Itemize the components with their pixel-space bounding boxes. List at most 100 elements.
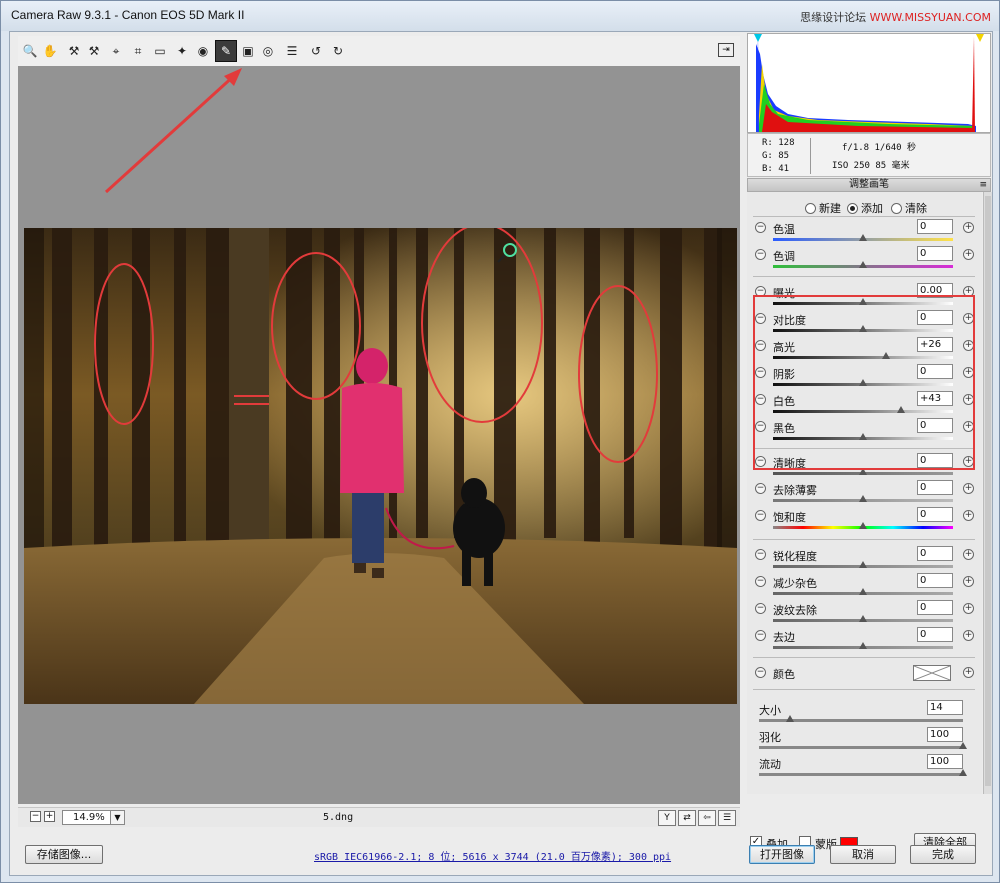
slider-value[interactable]: 0 bbox=[917, 573, 953, 588]
increase-icon[interactable]: + bbox=[963, 549, 974, 560]
decrease-icon[interactable]: − bbox=[755, 340, 766, 351]
brush-track[interactable] bbox=[759, 773, 963, 776]
mode-radio-2[interactable]: 清除 bbox=[891, 200, 927, 216]
radial-filter-icon[interactable]: ◎ bbox=[260, 43, 276, 59]
adjustment-brush-icon[interactable]: ✎ bbox=[215, 40, 237, 62]
hand-icon[interactable]: ✋ bbox=[42, 43, 58, 59]
slider-thumb[interactable] bbox=[859, 468, 867, 475]
done-button[interactable]: 完成 bbox=[910, 845, 976, 864]
brush-thumb[interactable] bbox=[785, 715, 794, 722]
slider-thumb[interactable] bbox=[882, 352, 891, 359]
slider-thumb[interactable] bbox=[859, 433, 867, 440]
brush-value[interactable]: 100 bbox=[927, 727, 963, 742]
decrease-icon[interactable]: − bbox=[755, 222, 766, 233]
slider-thumb[interactable] bbox=[859, 561, 867, 568]
slider-track[interactable] bbox=[773, 356, 953, 359]
swap-icon[interactable]: ⇄ bbox=[678, 810, 696, 826]
crop-icon[interactable]: ⌗ bbox=[130, 43, 146, 59]
scroll-thumb[interactable] bbox=[985, 196, 991, 786]
decrease-icon[interactable]: − bbox=[755, 456, 766, 467]
slider-track[interactable] bbox=[773, 410, 953, 413]
brush-value[interactable]: 14 bbox=[927, 700, 963, 715]
slider-value[interactable]: 0 bbox=[917, 453, 953, 468]
decrease-icon[interactable]: − bbox=[755, 249, 766, 260]
zoom-icon[interactable]: 🔍 bbox=[22, 43, 38, 59]
decrease-icon[interactable]: − bbox=[755, 483, 766, 494]
graduated-filter-icon[interactable]: ▣ bbox=[240, 43, 256, 59]
radio-dot[interactable] bbox=[891, 202, 902, 214]
open-image-button[interactable]: 打开图像 bbox=[749, 845, 815, 864]
increase-icon[interactable]: + bbox=[963, 394, 974, 405]
straighten-icon[interactable]: ▭ bbox=[152, 43, 168, 59]
panel-scrollbar[interactable] bbox=[983, 192, 992, 794]
slider-value[interactable]: 0 bbox=[917, 546, 953, 561]
decrease-icon[interactable]: − bbox=[755, 630, 766, 641]
radio-dot[interactable] bbox=[847, 202, 858, 214]
slider-value[interactable]: 0 bbox=[917, 480, 953, 495]
slider-value[interactable]: 0 bbox=[917, 364, 953, 379]
slider-value[interactable]: 0 bbox=[917, 418, 953, 433]
slider-thumb[interactable] bbox=[896, 406, 905, 413]
decrease-icon[interactable]: − bbox=[755, 367, 766, 378]
slider-value[interactable]: 0 bbox=[917, 600, 953, 615]
increase-icon[interactable]: + bbox=[963, 286, 974, 297]
slider-thumb[interactable] bbox=[859, 495, 867, 502]
decrease-icon[interactable]: − bbox=[755, 286, 766, 297]
slider-thumb[interactable] bbox=[859, 234, 867, 241]
increase-icon[interactable]: + bbox=[963, 483, 974, 494]
workflow-options-link[interactable]: sRGB IEC61966-2.1; 8 位; 5616 x 3744 (21.… bbox=[314, 848, 671, 863]
increase-icon[interactable]: + bbox=[963, 340, 974, 351]
slider-value[interactable]: 0 bbox=[917, 219, 953, 234]
slider-value[interactable]: 0 bbox=[917, 627, 953, 642]
spot-removal-icon[interactable]: ✦ bbox=[174, 43, 190, 59]
slider-thumb[interactable] bbox=[859, 588, 867, 595]
slider-thumb[interactable] bbox=[859, 379, 867, 386]
color-sampler-icon[interactable]: ⚒ bbox=[86, 43, 102, 59]
slider-thumb[interactable] bbox=[859, 325, 867, 332]
radio-dot[interactable] bbox=[805, 202, 816, 214]
toggle-settings-icon[interactable]: ☰ bbox=[718, 810, 736, 826]
mode-radio-1[interactable]: 添加 bbox=[847, 200, 883, 216]
zoom-level[interactable]: 14.9% bbox=[62, 810, 112, 825]
decrease-icon[interactable]: − bbox=[755, 394, 766, 405]
slider-thumb[interactable] bbox=[859, 522, 867, 529]
slider-value[interactable]: +43 bbox=[917, 391, 953, 406]
preferences-icon[interactable]: ☰ bbox=[284, 43, 300, 59]
slider-thumb[interactable] bbox=[859, 642, 867, 649]
increase-icon[interactable]: + bbox=[963, 367, 974, 378]
zoom-out-button[interactable]: − bbox=[30, 811, 41, 822]
color-swatch[interactable] bbox=[913, 665, 951, 681]
copy-settings-icon[interactable]: ⇦ bbox=[698, 810, 716, 826]
increase-icon[interactable]: + bbox=[963, 667, 974, 678]
cancel-button[interactable]: 取消 bbox=[830, 845, 896, 864]
brush-value[interactable]: 100 bbox=[927, 754, 963, 769]
decrease-icon[interactable]: − bbox=[755, 510, 766, 521]
decrease-icon[interactable]: − bbox=[755, 576, 766, 587]
increase-icon[interactable]: + bbox=[963, 249, 974, 260]
photo[interactable] bbox=[24, 228, 737, 704]
increase-icon[interactable]: + bbox=[963, 510, 974, 521]
before-after-icon[interactable]: Y bbox=[658, 810, 676, 826]
slider-value[interactable]: 0 bbox=[917, 507, 953, 522]
decrease-icon[interactable]: − bbox=[755, 667, 766, 678]
brush-thumb[interactable] bbox=[959, 742, 967, 749]
decrease-icon[interactable]: − bbox=[755, 603, 766, 614]
increase-icon[interactable]: + bbox=[963, 421, 974, 432]
increase-icon[interactable]: + bbox=[963, 603, 974, 614]
mode-radio-0[interactable]: 新建 bbox=[805, 200, 841, 216]
decrease-icon[interactable]: − bbox=[755, 549, 766, 560]
slider-thumb[interactable] bbox=[859, 261, 867, 268]
brush-thumb[interactable] bbox=[959, 769, 967, 776]
increase-icon[interactable]: + bbox=[963, 313, 974, 324]
increase-icon[interactable]: + bbox=[963, 222, 974, 233]
rotate-ccw-icon[interactable]: ↺ bbox=[308, 43, 324, 59]
rotate-cw-icon[interactable]: ↻ bbox=[330, 43, 346, 59]
decrease-icon[interactable]: − bbox=[755, 421, 766, 432]
increase-icon[interactable]: + bbox=[963, 630, 974, 641]
zoom-dropdown-icon[interactable]: ▼ bbox=[110, 810, 125, 825]
slider-value[interactable]: 0 bbox=[917, 246, 953, 261]
slider-thumb[interactable] bbox=[859, 615, 867, 622]
fullscreen-icon[interactable]: ⇥ bbox=[718, 43, 734, 57]
decrease-icon[interactable]: − bbox=[755, 313, 766, 324]
image-preview[interactable] bbox=[18, 66, 740, 804]
